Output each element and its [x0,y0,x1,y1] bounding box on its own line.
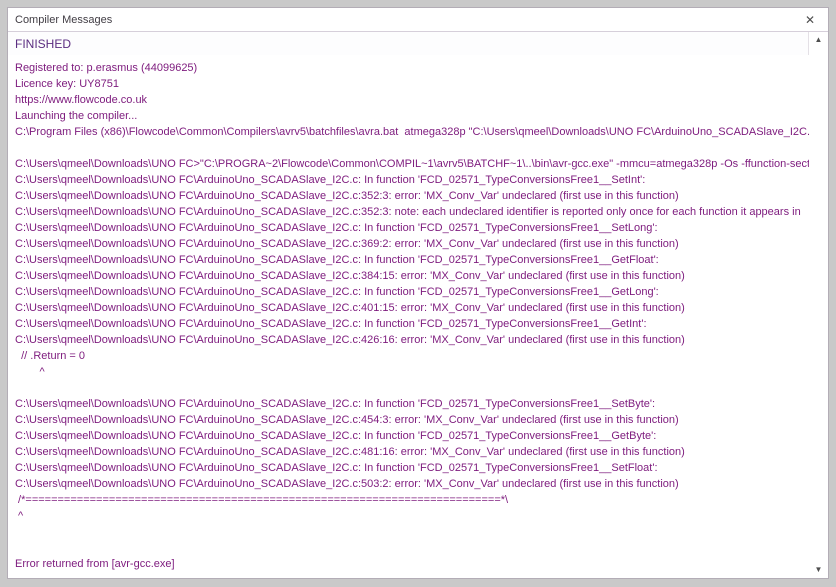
console-line: C:\Users\qmeel\Downloads\UNO FC\ArduinoU… [15,428,809,444]
scroll-up-button[interactable]: ▲ [813,32,825,48]
console-line: C:\Users\qmeel\Downloads\UNO FC\ArduinoU… [15,236,809,252]
console-line: C:\Program Files (x86)\Flowcode\Common\C… [15,124,809,140]
close-button[interactable]: ✕ [802,12,818,28]
console-line: // .Return = 0 [15,348,809,364]
console-line: Licence key: UY8751 [15,76,809,92]
console-line: C:\Users\qmeel\Downloads\UNO FC\ArduinoU… [15,300,809,316]
titlebar: Compiler Messages ✕ [8,8,828,32]
window-title: Compiler Messages [15,14,112,26]
console-line [15,524,809,540]
console-line: ^ [15,364,809,380]
console-line: C:\Users\qmeel\Downloads\UNO FC\ArduinoU… [15,188,809,204]
scroll-down-icon: ▼ [815,565,823,574]
console-output: Registered to: p.erasmus (44099625)Licen… [8,55,809,578]
console-line: C:\Users\qmeel\Downloads\UNO FC\ArduinoU… [15,252,809,268]
console-line: Error returned from [avr-gcc.exe] [15,556,809,572]
console-line: C:\Users\qmeel\Downloads\UNO FC\ArduinoU… [15,412,809,428]
console-line: C:\Users\qmeel\Downloads\UNO FC\ArduinoU… [15,396,809,412]
console-line [15,540,809,556]
console-line: Registered to: p.erasmus (44099625) [15,60,809,76]
status-text: FINISHED [15,37,71,51]
scroll-up-icon: ▲ [815,35,823,44]
console-line: C:\Users\qmeel\Downloads\UNO FC>"C:\PROG… [15,156,809,172]
console-line: C:\Users\qmeel\Downloads\UNO FC\ArduinoU… [15,316,809,332]
console-line: C:\Users\qmeel\Downloads\UNO FC\ArduinoU… [15,220,809,236]
console-line: ^ [15,508,809,524]
console-line: C:\Users\qmeel\Downloads\UNO FC\ArduinoU… [15,284,809,300]
console-line: C:\Users\qmeel\Downloads\UNO FC\ArduinoU… [15,444,809,460]
console-line: C:\Users\qmeel\Downloads\UNO FC\ArduinoU… [15,204,809,220]
compiler-messages-window: Compiler Messages ✕ FINISHED Registered … [7,7,829,579]
console-line [15,380,809,396]
console-line: C:\Users\qmeel\Downloads\UNO FC\ArduinoU… [15,172,809,188]
console-line: Launching the compiler... [15,108,809,124]
console-line: C:\Users\qmeel\Downloads\UNO FC\ArduinoU… [15,332,809,348]
console-line: C:\Users\qmeel\Downloads\UNO FC\ArduinoU… [15,460,809,476]
console-line: https://www.flowcode.co.uk [15,92,809,108]
scroll-down-button[interactable]: ▼ [813,562,825,578]
close-icon: ✕ [805,13,815,27]
console-line: C:\Users\qmeel\Downloads\UNO FC\ArduinoU… [15,268,809,284]
console-line: /*======================================… [15,492,809,508]
console-line [15,140,809,156]
vertical-scrollbar[interactable]: ▲ ▼ [809,32,828,578]
status-bar: FINISHED [8,32,809,56]
console-line: C:\Users\qmeel\Downloads\UNO FC\ArduinoU… [15,476,809,492]
